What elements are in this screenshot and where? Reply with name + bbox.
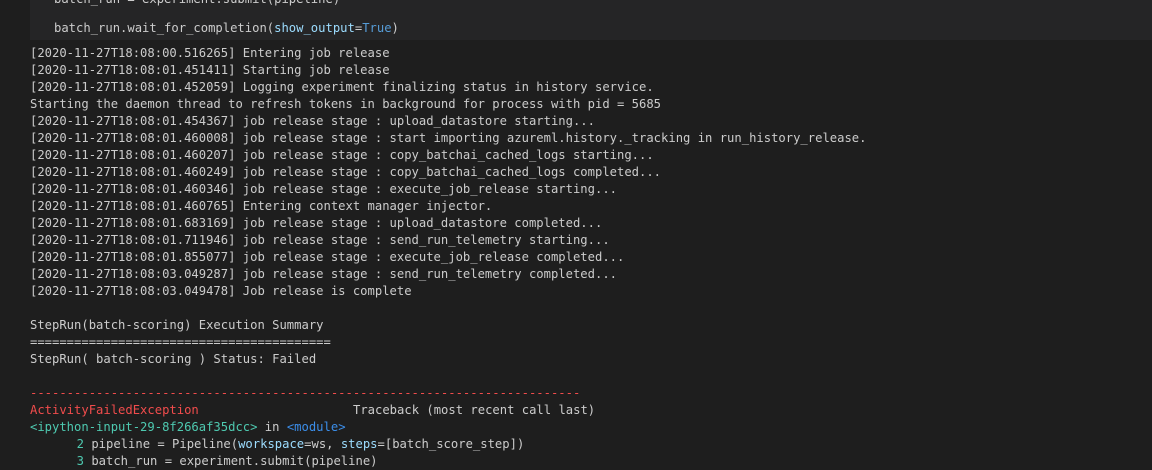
exception-name: ActivityFailedException bbox=[30, 403, 199, 417]
summary-rule: ========================================… bbox=[30, 335, 331, 349]
code-text: batch_run = experiment.submit(pipeline) bbox=[84, 454, 378, 468]
log-line: [2020-11-27T18:08:01.460008] job release… bbox=[30, 131, 867, 145]
ipython-input-link[interactable]: <ipython-input-29-8f266af35dcc> bbox=[30, 420, 257, 434]
code-line-submit: batch_run = experiment.submit(pipeline) bbox=[54, 0, 340, 8]
in-word: in bbox=[257, 420, 287, 434]
traceback-location: <ipython-input-29-8f266af35dcc> in <modu… bbox=[30, 419, 1140, 436]
log-line: [2020-11-27T18:08:01.683169] job release… bbox=[30, 216, 603, 230]
code-line-wait: batch_run.wait_for_completion(show_outpu… bbox=[54, 20, 399, 37]
keyword-arg: steps bbox=[340, 437, 378, 451]
traceback-header: Traceback (most recent call last) bbox=[353, 403, 596, 417]
traceback-dash-rule: ----------------------------------------… bbox=[30, 386, 581, 400]
log-line: [2020-11-27T18:08:03.049478] Job release… bbox=[30, 284, 412, 298]
cell-output: [2020-11-27T18:08:00.516265] Entering jo… bbox=[30, 45, 1140, 470]
log-line: [2020-11-27T18:08:01.460346] job release… bbox=[30, 182, 617, 196]
code-text: =ws, bbox=[304, 437, 341, 451]
traceback-code-line-2: 2 pipeline = Pipeline(workspace=ws, step… bbox=[30, 436, 1140, 453]
log-line: [2020-11-27T18:08:01.460249] job release… bbox=[30, 165, 662, 179]
log-line: [2020-11-27T18:08:01.460207] job release… bbox=[30, 148, 654, 162]
line-number: 2 bbox=[76, 437, 84, 451]
constant-value: True bbox=[362, 21, 392, 35]
log-line: [2020-11-27T18:08:01.451411] Starting jo… bbox=[30, 63, 390, 77]
code-text: ) bbox=[391, 21, 399, 35]
code-text: batch_run.wait_for_completion( bbox=[54, 21, 275, 35]
code-input-cell[interactable]: batch_run = experiment.submit(pipeline) … bbox=[30, 0, 1152, 40]
log-line: [2020-11-27T18:08:01.452059] Logging exp… bbox=[30, 80, 654, 94]
code-text: ) bbox=[516, 437, 525, 451]
log-line: [2020-11-27T18:08:01.711946] job release… bbox=[30, 233, 610, 247]
keyword-arg: show_output bbox=[274, 21, 355, 35]
log-line: [2020-11-27T18:08:03.049287] job release… bbox=[30, 267, 617, 281]
module-ref: <module> bbox=[286, 420, 346, 434]
code-text: pipeline = Pipeline( bbox=[84, 437, 239, 451]
code-text: =[batch_score_step] bbox=[377, 437, 517, 451]
log-line: [2020-11-27T18:08:01.454367] job release… bbox=[30, 114, 595, 128]
traceback-header-line: ActivityFailedException Traceback (most r… bbox=[30, 402, 1140, 419]
log-line: [2020-11-27T18:08:01.855077] job release… bbox=[30, 250, 625, 264]
log-line: [2020-11-27T18:08:01.460765] Entering co… bbox=[30, 199, 493, 213]
log-line: Starting the daemon thread to refresh to… bbox=[30, 97, 662, 111]
keyword-arg: workspace bbox=[238, 437, 305, 451]
summary-status: StepRun( batch-scoring ) Status: Failed bbox=[30, 352, 317, 366]
log-line: [2020-11-27T18:08:00.516265] Entering jo… bbox=[30, 46, 390, 60]
summary-title: StepRun(batch-scoring) Execution Summary bbox=[30, 318, 324, 332]
